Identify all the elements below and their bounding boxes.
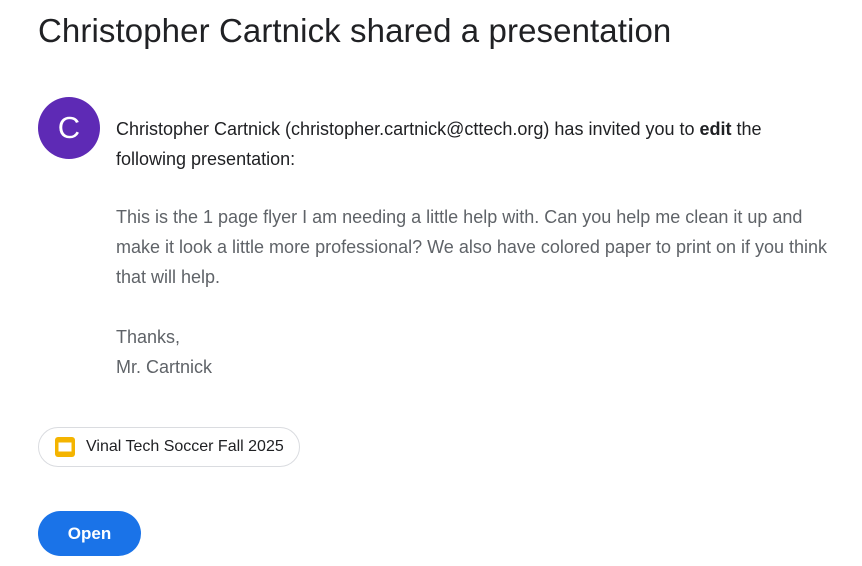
invite-permission: edit <box>699 119 732 139</box>
google-slides-icon <box>54 436 76 458</box>
page-title: Christopher Cartnick shared a presentati… <box>38 12 672 49</box>
message-text: This is the 1 page flyer I am needing a … <box>116 207 828 287</box>
invite-text: Christopher Cartnick (christopher.cartni… <box>116 114 836 174</box>
open-button[interactable]: Open <box>38 511 141 556</box>
share-notification: Christopher Cartnick shared a presentati… <box>0 0 862 566</box>
avatar: C <box>38 97 100 159</box>
avatar-initial: C <box>57 110 81 145</box>
message-body: This is the 1 page flyer I am needing a … <box>116 202 836 382</box>
invite-prefix: Christopher Cartnick (christopher.cartni… <box>116 119 700 139</box>
message-closing: Thanks, <box>116 327 181 347</box>
message-signature: Mr. Cartnick <box>116 357 213 377</box>
presentation-chip[interactable]: Vinal Tech Soccer Fall 2025 <box>38 427 300 467</box>
presentation-title: Vinal Tech Soccer Fall 2025 <box>86 438 284 455</box>
